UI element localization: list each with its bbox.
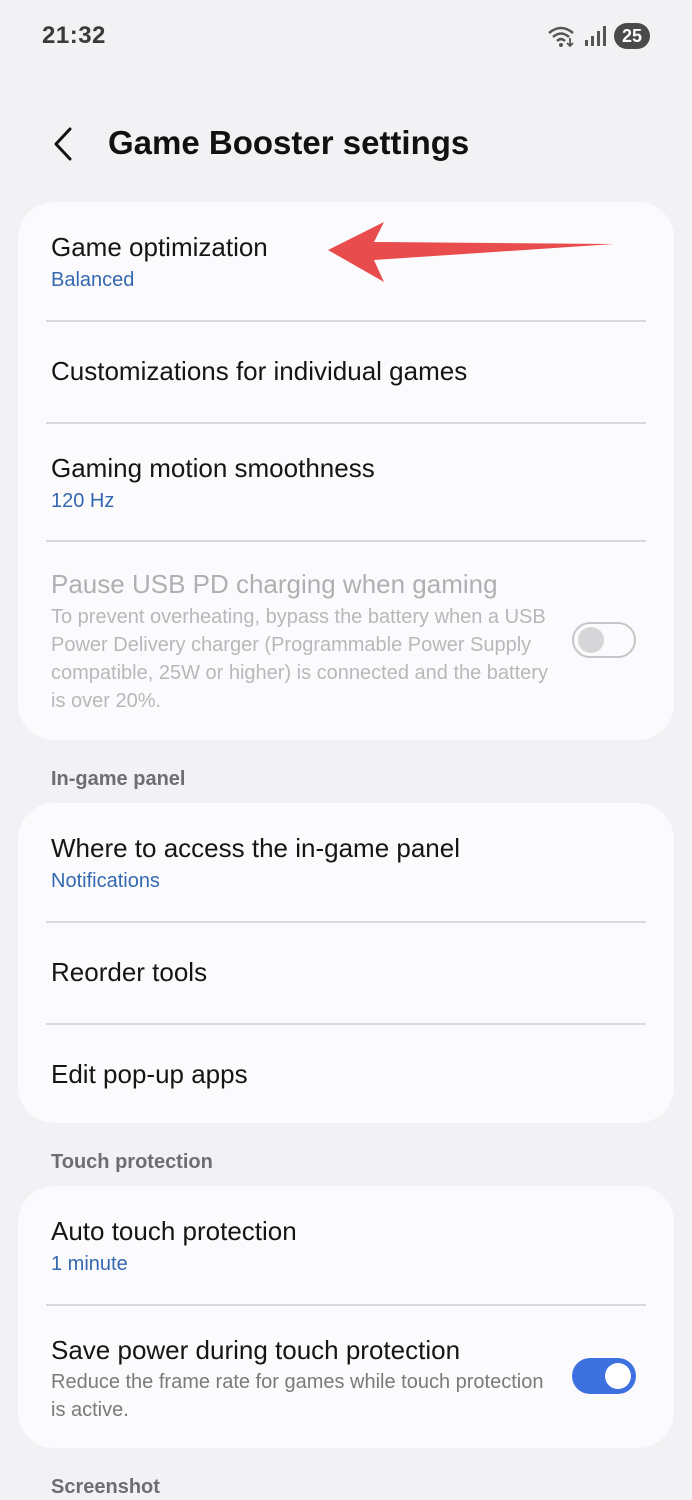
section-header-in-game-panel: In-game panel — [51, 768, 186, 790]
battery-indicator: 25 — [613, 23, 650, 49]
annotation-arrow-icon — [328, 222, 614, 282]
edit-popup-apps-label: Edit pop-up apps — [51, 1059, 248, 1089]
reorder-tools-label: Reorder tools — [51, 957, 208, 987]
in-game-panel-card: Where to access the in-game panel Notifi… — [18, 803, 674, 1123]
auto-touch-protection-value: 1 minute — [51, 1253, 128, 1275]
save-power-label: Save power during touch protection — [51, 1335, 461, 1365]
save-power-item[interactable]: Save power during touch protection Reduc… — [18, 1305, 674, 1448]
reorder-tools-item[interactable]: Reorder tools — [18, 922, 674, 1023]
status-icons: 25 — [546, 22, 650, 50]
section-header-touch-protection: Touch protection — [51, 1151, 213, 1173]
toggle-knob — [578, 627, 604, 653]
save-power-description: Reduce the frame rate for games while to… — [51, 1371, 544, 1421]
status-bar: 21:32 25 — [0, 0, 692, 72]
game-optimization-label: Game optimization — [51, 232, 268, 262]
motion-smoothness-label: Gaming motion smoothness — [51, 453, 375, 483]
game-optimization-value: Balanced — [51, 269, 135, 291]
pause-usb-pd-item: Pause USB PD charging when gaming To pre… — [18, 541, 674, 740]
where-to-access-item[interactable]: Where to access the in-game panel Notifi… — [18, 803, 674, 921]
pause-usb-pd-label: Pause USB PD charging when gaming — [51, 569, 498, 599]
app-header: Game Booster settings — [0, 110, 692, 180]
motion-smoothness-item[interactable]: Gaming motion smoothness 120 Hz — [18, 423, 674, 540]
signal-icon — [584, 26, 606, 46]
save-power-toggle[interactable] — [572, 1358, 636, 1394]
customizations-label: Customizations for individual games — [51, 356, 468, 386]
pause-usb-pd-description: To prevent overheating, bypass the batte… — [51, 606, 548, 712]
back-arrow-icon[interactable] — [46, 124, 82, 164]
section-header-screenshot: Screenshot — [51, 1476, 160, 1498]
auto-touch-protection-label: Auto touch protection — [51, 1216, 297, 1246]
where-to-access-label: Where to access the in-game panel — [51, 833, 460, 863]
auto-touch-protection-item[interactable]: Auto touch protection 1 minute — [18, 1186, 674, 1304]
wifi-icon — [548, 26, 574, 48]
where-to-access-value: Notifications — [51, 870, 160, 892]
pause-usb-pd-toggle — [572, 622, 636, 658]
edit-popup-apps-item[interactable]: Edit pop-up apps — [18, 1024, 674, 1123]
toggle-knob — [605, 1363, 631, 1389]
status-time: 21:32 — [42, 22, 106, 49]
page-title: Game Booster settings — [108, 124, 470, 161]
motion-smoothness-value: 120 Hz — [51, 490, 115, 512]
customizations-item[interactable]: Customizations for individual games — [18, 321, 674, 422]
touch-protection-card: Auto touch protection 1 minute Save powe… — [18, 1186, 674, 1448]
